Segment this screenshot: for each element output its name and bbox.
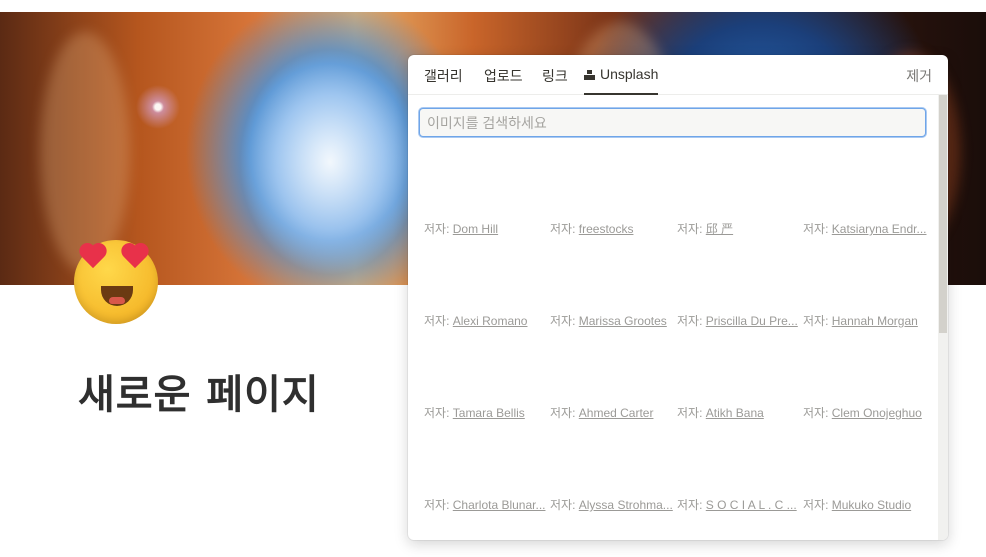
- page-emoji-icon[interactable]: [74, 240, 158, 324]
- author-link[interactable]: Alyssa Strohma...: [579, 498, 673, 512]
- credit-prefix: 저자:: [677, 314, 703, 328]
- credit-prefix: 저자:: [550, 314, 576, 328]
- author-link[interactable]: freestocks: [579, 222, 634, 236]
- photo-credit: 저자: Tamara Bellis: [424, 404, 548, 421]
- photo-credit: 저자: Katsiaryna Endr...: [803, 220, 927, 237]
- credit-prefix: 저자:: [550, 222, 576, 236]
- author-link[interactable]: Tamara Bellis: [453, 406, 525, 420]
- photo-credit: 저자: freestocks: [550, 220, 674, 237]
- image-search-input[interactable]: [419, 108, 926, 137]
- author-link[interactable]: 邱 严: [706, 222, 733, 236]
- page-title[interactable]: 새로운 페이지: [78, 362, 320, 420]
- author-link[interactable]: Mukuko Studio: [832, 498, 911, 512]
- author-link[interactable]: Atikh Bana: [706, 406, 764, 420]
- credit-prefix: 저자:: [424, 406, 450, 420]
- photo-credit: 저자: 邱 严: [677, 220, 801, 237]
- credit-prefix: 저자:: [677, 222, 703, 236]
- smile-mouth: [101, 286, 133, 306]
- credit-prefix: 저자:: [803, 498, 829, 512]
- credit-prefix: 저자:: [424, 222, 450, 236]
- tab-unsplash[interactable]: Unsplash: [584, 66, 659, 95]
- photo-credit: 저자: Atikh Bana: [677, 404, 801, 421]
- tab-unsplash-label: Unsplash: [600, 66, 659, 82]
- tab-gallery[interactable]: 갤러리: [424, 66, 463, 95]
- author-link[interactable]: Dom Hill: [453, 222, 498, 236]
- credit-prefix: 저자:: [550, 406, 576, 420]
- cover-image-picker: 갤러리 업로드 링크 Unsplash 제거 저자: Dom Hill저자: f…: [408, 55, 948, 540]
- picker-tabs: 갤러리 업로드 링크 Unsplash 제거: [408, 55, 948, 95]
- photo-credit: 저자: Dom Hill: [424, 220, 548, 237]
- author-link[interactable]: Marissa Grootes: [579, 314, 667, 328]
- photo-credit: 저자: S O C I A L . C ...: [677, 496, 801, 513]
- credit-prefix: 저자:: [677, 406, 703, 420]
- photo-credit: 저자: Charlota Blunar...: [424, 496, 548, 513]
- tab-upload[interactable]: 업로드: [484, 66, 523, 95]
- credit-prefix: 저자:: [803, 406, 829, 420]
- author-link[interactable]: Charlota Blunar...: [453, 498, 546, 512]
- credit-prefix: 저자:: [803, 314, 829, 328]
- credit-prefix: 저자:: [677, 498, 703, 512]
- author-link[interactable]: Priscilla Du Pre...: [706, 314, 798, 328]
- credit-prefix: 저자:: [550, 498, 576, 512]
- author-link[interactable]: Ahmed Carter: [579, 406, 654, 420]
- author-link[interactable]: Hannah Morgan: [832, 314, 918, 328]
- heart-eye-icon: [78, 244, 108, 270]
- photo-credit: 저자: Alexi Romano: [424, 312, 548, 329]
- author-link[interactable]: Alexi Romano: [453, 314, 528, 328]
- unsplash-logo-icon: [584, 70, 595, 80]
- tab-link[interactable]: 링크: [542, 66, 568, 95]
- credit-prefix: 저자:: [803, 222, 829, 236]
- heart-eye-icon: [120, 244, 150, 270]
- author-link[interactable]: Clem Onojeghuo: [832, 406, 922, 420]
- author-link[interactable]: S O C I A L . C ...: [706, 498, 797, 512]
- remove-cover-button[interactable]: 제거: [906, 66, 932, 86]
- photo-credit: 저자: Alyssa Strohma...: [550, 496, 674, 513]
- author-link[interactable]: Katsiaryna Endr...: [832, 222, 927, 236]
- photo-credit: 저자: Clem Onojeghuo: [803, 404, 927, 421]
- photo-credit: 저자: Mukuko Studio: [803, 496, 927, 513]
- photo-credit: 저자: Priscilla Du Pre...: [677, 312, 801, 329]
- credit-prefix: 저자:: [424, 314, 450, 328]
- photo-credit: 저자: Hannah Morgan: [803, 312, 927, 329]
- photo-credit: 저자: Marissa Grootes: [550, 312, 674, 329]
- scrollbar-thumb[interactable]: [939, 95, 947, 333]
- credit-prefix: 저자:: [424, 498, 450, 512]
- photo-credit: 저자: Ahmed Carter: [550, 404, 674, 421]
